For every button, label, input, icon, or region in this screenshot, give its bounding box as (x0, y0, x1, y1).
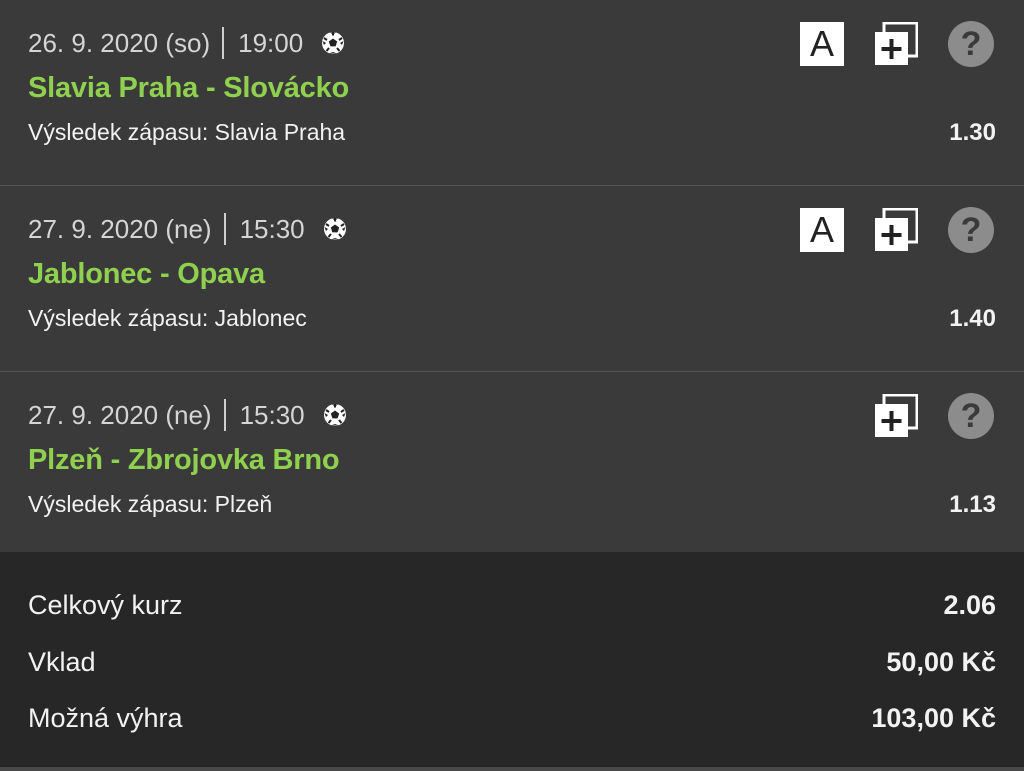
possible-win-label: Možná výhra (28, 703, 183, 733)
total-odds-label: Celkový kurz (28, 590, 183, 620)
bet-actions: A ? (800, 207, 994, 253)
stake-row: Vklad 50,00 Kč (28, 647, 996, 678)
copy-icon[interactable] (874, 208, 918, 252)
bet-date: 27. 9. 2020 (ne) (28, 213, 212, 244)
a-button[interactable]: A (800, 22, 844, 66)
total-odds-row: Celkový kurz 2.06 (28, 590, 996, 621)
bet-odds: 1.40 (949, 305, 996, 332)
match-name[interactable]: Plzeň - Zbrojovka Brno (28, 444, 340, 477)
separator (222, 27, 225, 59)
possible-win-row: Možná výhra 103,00 Kč (28, 703, 996, 734)
divider (0, 767, 1024, 771)
soccer-ball-icon (323, 217, 347, 241)
bet-time: 15:30 (239, 213, 305, 244)
total-odds-value: 2.06 (943, 590, 996, 620)
bet-odds: 1.30 (949, 119, 996, 146)
bet-item: 27. 9. 2020 (ne) 15:30 Jablonec - Opava … (0, 186, 1024, 372)
pick-label: Slavia Praha (214, 119, 346, 145)
bet-selection: Výsledek zápasu: Jablonec (28, 305, 307, 332)
soccer-ball-icon (321, 31, 345, 55)
bet-item: 27. 9. 2020 (ne) 15:30 Plzeň - Zbrojovka… (0, 372, 1024, 558)
stake-value: 50,00 Kč (886, 647, 996, 677)
market-label: Výsledek zápasu: (28, 119, 209, 145)
copy-icon[interactable] (874, 394, 918, 438)
help-icon[interactable]: ? (948, 21, 994, 67)
pick-label: Jablonec (214, 305, 307, 331)
bet-odds: 1.13 (949, 491, 996, 518)
stake-label: Vklad (28, 647, 96, 677)
help-icon[interactable]: ? (948, 207, 994, 253)
bet-time: 15:30 (239, 399, 305, 430)
bet-actions: A ? (800, 21, 994, 67)
possible-win-value: 103,00 Kč (871, 703, 996, 733)
a-button[interactable]: A (800, 208, 844, 252)
copy-icon[interactable] (874, 22, 918, 66)
bet-meta: 26. 9. 2020 (so) 19:00 (28, 26, 345, 60)
ticket-summary: Celkový kurz 2.06 Vklad 50,00 Kč Možná v… (0, 552, 1024, 771)
bet-meta: 27. 9. 2020 (ne) 15:30 (28, 398, 347, 432)
match-name[interactable]: Slavia Praha - Slovácko (28, 72, 349, 105)
bet-date: 27. 9. 2020 (ne) (28, 399, 212, 430)
soccer-ball-icon (323, 403, 347, 427)
bet-selection: Výsledek zápasu: Slavia Praha (28, 119, 345, 146)
bet-time: 19:00 (238, 27, 304, 58)
bet-selection: Výsledek zápasu: Plzeň (28, 491, 272, 518)
bet-actions: ? (874, 393, 994, 439)
help-icon[interactable]: ? (948, 393, 994, 439)
bet-item: 26. 9. 2020 (so) 19:00 Slavia Praha - Sl… (0, 0, 1024, 186)
bet-meta: 27. 9. 2020 (ne) 15:30 (28, 212, 347, 246)
market-label: Výsledek zápasu: (28, 305, 209, 331)
separator (223, 399, 226, 431)
pick-label: Plzeň (214, 491, 273, 517)
separator (223, 213, 226, 245)
bet-ticket: 26. 9. 2020 (so) 19:00 Slavia Praha - Sl… (0, 0, 1024, 771)
market-label: Výsledek zápasu: (28, 491, 209, 517)
bet-date: 26. 9. 2020 (so) (28, 27, 211, 58)
match-name[interactable]: Jablonec - Opava (28, 258, 265, 291)
